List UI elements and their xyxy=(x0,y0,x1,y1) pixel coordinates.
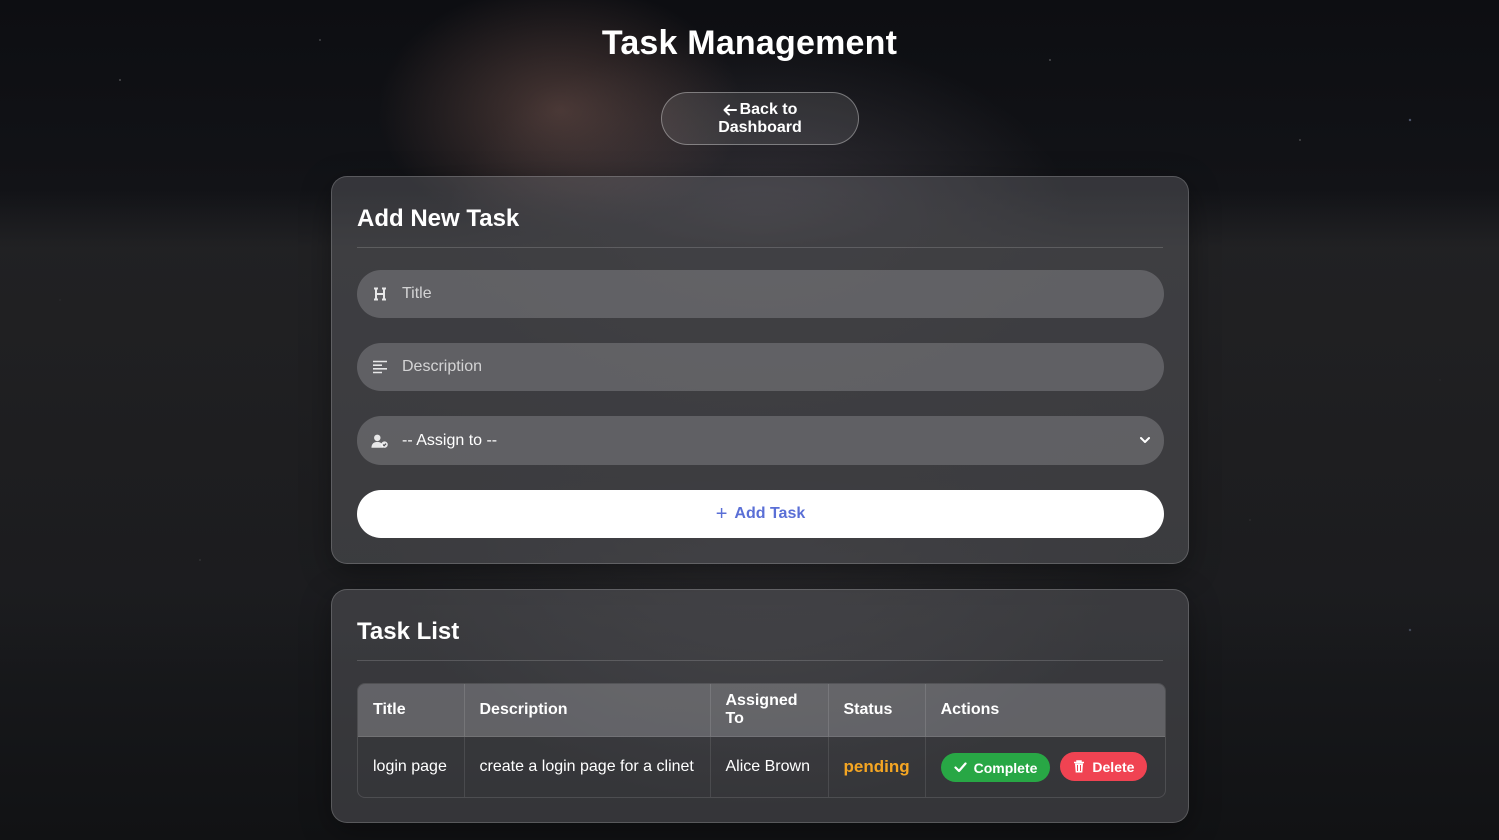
title-field[interactable] xyxy=(357,270,1164,318)
task-title-cell: login page xyxy=(358,736,465,797)
arrow-left-icon xyxy=(723,104,737,115)
back-to-dashboard-button[interactable]: Back to Dashboard xyxy=(661,92,859,145)
back-button-label-line2: Dashboard xyxy=(718,118,802,136)
table-header-row: Title Description Assigned To Status Act… xyxy=(358,684,1165,737)
status-badge: pending xyxy=(843,757,910,776)
user-check-icon xyxy=(371,433,389,449)
task-list-card: Task List Title Description Assigned To … xyxy=(331,589,1189,823)
complete-button-label: Complete xyxy=(973,759,1038,776)
task-list-heading: Task List xyxy=(357,590,1163,661)
column-header-actions: Actions xyxy=(940,701,1000,718)
assign-selected-value: -- Assign to -- xyxy=(402,431,498,449)
check-icon xyxy=(954,762,967,773)
task-status-cell: pending xyxy=(828,736,926,797)
delete-button[interactable]: Delete xyxy=(1060,752,1148,781)
chevron-down-icon xyxy=(1140,437,1150,443)
heading-icon xyxy=(371,286,389,302)
task-actions-cell: Complete Delete xyxy=(925,736,1165,797)
title-input[interactable] xyxy=(402,285,1122,303)
column-header-assigned-to: Assigned To xyxy=(710,684,829,737)
column-header-status: Status xyxy=(828,684,926,737)
back-button-label: Back to xyxy=(739,100,798,118)
delete-button-label: Delete xyxy=(1092,758,1135,775)
description-input[interactable] xyxy=(402,358,1122,376)
task-assigned-cell: Alice Brown xyxy=(710,736,829,797)
align-left-icon xyxy=(371,360,389,374)
page-title: Task Management xyxy=(601,24,898,62)
description-field[interactable] xyxy=(357,343,1164,391)
task-description-cell: create a login page for a clinet xyxy=(464,736,711,797)
add-task-button-label: Add Task xyxy=(734,505,806,522)
trash-icon xyxy=(1074,760,1085,773)
add-task-heading: Add New Task xyxy=(357,177,1163,248)
task-table: Title Description Assigned To Status Act… xyxy=(357,683,1166,798)
table-row: login page create a login page for a cli… xyxy=(358,736,1165,797)
add-task-card: Add New Task -- Assign to -- xyxy=(331,176,1189,564)
column-header-description: Description xyxy=(464,684,711,737)
complete-button[interactable]: Complete xyxy=(940,753,1051,782)
column-header-title: Title xyxy=(358,684,465,737)
add-task-button[interactable]: + Add Task xyxy=(357,490,1164,538)
assign-to-select[interactable]: -- Assign to -- xyxy=(357,416,1164,465)
plus-icon: + xyxy=(715,502,728,525)
